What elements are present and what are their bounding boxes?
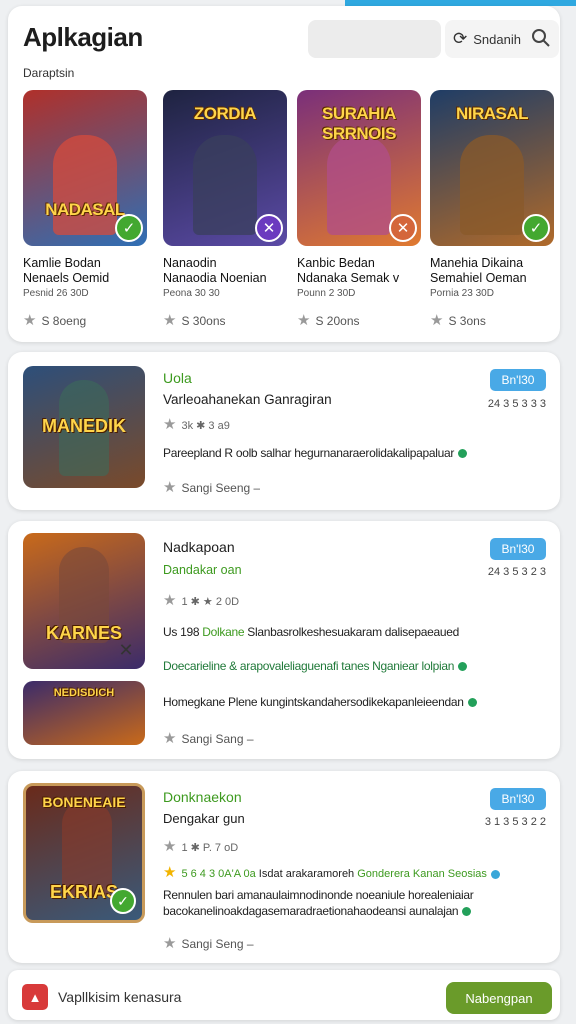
- game-rating: ★ S 3ons: [430, 312, 486, 329]
- sort-label: Sndanih: [473, 31, 521, 47]
- item-rating: ★ 1 ✱ ★ 2 0D: [163, 592, 240, 609]
- game-rating: ★ S 8oeng: [23, 312, 87, 329]
- game-meta: Pornia 23 30D: [430, 288, 494, 299]
- game-thumbnail[interactable]: BONENEAIE EKRIAS ✓: [23, 783, 145, 923]
- verified-icon: [458, 662, 468, 672]
- item-footer[interactable]: ★ Sangi Sang –: [163, 729, 254, 747]
- game-thumbnail[interactable]: ZORDIA ✕: [163, 90, 287, 246]
- item-rating: ★ 3k ✱ 3 a9: [163, 416, 230, 433]
- list-item[interactable]: MANEDIK Uola Varleoahanekan Ganragiran ★…: [8, 352, 560, 510]
- item-description: Pareepland R oolb salhar hegurnanaraerol…: [163, 446, 543, 460]
- star-icon: ★: [430, 312, 444, 329]
- item-version: 3 1 3 5 3 2 2: [484, 816, 546, 828]
- item-detail-line: ★ 5 6 4 3 0A'A 0a Isdat arakaramoreh Gond…: [163, 863, 548, 881]
- status-badge: Bn'l30: [490, 538, 546, 560]
- item-highlight: Doecarieline & arapovaleliaguenafi tanes…: [163, 659, 548, 673]
- star-icon: ★: [23, 312, 37, 329]
- game-thumbnail[interactable]: KARNES ✕: [23, 533, 145, 669]
- star-icon: ★: [163, 592, 177, 609]
- page-title: Aplkagian: [23, 22, 143, 52]
- item-version: 24 3 5 3 3 3: [487, 398, 546, 410]
- game-thumbnail[interactable]: NIRASAL ✓: [430, 90, 554, 246]
- star-icon: ★: [163, 838, 177, 855]
- item-description: Homegkane Plene kungintskandahersodikeka…: [163, 695, 548, 709]
- game-logo: NEDISDICH: [53, 687, 115, 699]
- item-title: Dengakar gun: [163, 811, 245, 826]
- check-icon: ✓: [115, 214, 143, 242]
- search-icon[interactable]: [531, 28, 551, 48]
- game-logo: NIRASAL: [455, 104, 529, 123]
- game-rating: ★ S 30ons: [163, 312, 226, 329]
- sort-button[interactable]: ⟳ Sndanih: [445, 20, 559, 58]
- star-icon: ★: [163, 864, 177, 881]
- swords-icon: ✕: [255, 214, 283, 242]
- search-input[interactable]: [308, 20, 441, 58]
- item-category: Uola: [163, 370, 192, 386]
- status-badge: Bn'l30: [490, 369, 546, 391]
- list-item[interactable]: BONENEAIE EKRIAS ✓ Donknaekon Dengakar g…: [8, 771, 560, 963]
- game-logo: ZORDIA: [193, 104, 257, 123]
- item-title: Varleoahanekan Ganragiran: [163, 392, 332, 407]
- game-meta: Peona 30 30: [163, 288, 220, 299]
- item-footer[interactable]: ★ Sangi Seng –: [163, 934, 254, 952]
- item-detail-line: Us 198 Dolkane Slanbasrolkeshesuakaram d…: [163, 625, 459, 639]
- game-meta: Pesnid 26 30D: [23, 288, 89, 299]
- game-meta: Pounn 2 30D: [297, 288, 356, 299]
- verified-icon: [458, 449, 468, 459]
- game-logo-top: BONENEAIE: [42, 794, 126, 810]
- install-button[interactable]: Nabengpan: [446, 982, 552, 1014]
- verified-icon: [467, 698, 477, 708]
- game-thumbnail-secondary[interactable]: NEDISDICH: [23, 681, 145, 745]
- star-icon: ★: [163, 730, 177, 747]
- item-footer[interactable]: ★ Sangi Seeng –: [163, 478, 260, 496]
- item-rating: ★ 1 ✱ P. 7 oD: [163, 838, 239, 855]
- featured-section: Aplkagian ⟳ Sndanih Daraptsin NADASAL ✓ …: [8, 6, 560, 342]
- list-item[interactable]: KARNES ✕ NEDISDICH Nadkapoan Dandakar oa…: [8, 521, 560, 759]
- featured-tile[interactable]: SURAHIA SRRNOIS ✕ Kanbic Bedan Ndanaka Se…: [297, 90, 421, 329]
- item-title: Nadkapoan: [163, 539, 235, 555]
- refresh-icon: ⟳: [453, 29, 468, 48]
- star-icon: ★: [297, 312, 311, 329]
- item-version: 24 3 5 3 2 3: [487, 566, 546, 578]
- game-thumbnail[interactable]: SURAHIA SRRNOIS ✕: [297, 90, 421, 246]
- featured-tile[interactable]: NADASAL ✓ Kamlie Bodan Nenaels Oemid Pesn…: [23, 90, 147, 329]
- star-icon: ★: [163, 935, 177, 952]
- verified-icon: [462, 907, 472, 917]
- game-name: Nanaodin Nanaodia Noenian: [163, 256, 267, 285]
- game-logo: SURAHIA SRRNOIS: [322, 104, 396, 143]
- bottom-install-bar: ▲ Vapllkisim kenasura Nabengpan: [8, 970, 560, 1020]
- check-icon: ✓: [110, 888, 136, 914]
- app-icon: ▲: [22, 984, 48, 1010]
- game-name: Kanbic Bedan Ndanaka Semak v: [297, 256, 400, 285]
- status-badge: Bn'l30: [490, 788, 546, 810]
- game-thumbnail[interactable]: NADASAL ✓: [23, 90, 147, 246]
- close-icon[interactable]: ✕: [113, 637, 139, 663]
- game-thumbnail[interactable]: MANEDIK: [23, 366, 145, 488]
- item-category: Donknaekon: [163, 789, 242, 805]
- item-description: Rennulen bari amanaulaimnodinonde noeani…: [163, 888, 474, 902]
- swords-icon: ✕: [389, 214, 417, 242]
- game-logo: MANEDIK: [42, 416, 126, 436]
- bottom-bar-text: Vapllkisim kenasura: [58, 989, 182, 1005]
- check-icon: ✓: [522, 214, 550, 242]
- game-name: Manehia Dikaina Semahiel Oeman: [430, 256, 527, 285]
- featured-tile[interactable]: NIRASAL ✓ Manehia Dikaina Semahiel Oeman …: [430, 90, 554, 329]
- verified-icon: [490, 869, 500, 879]
- section-subtitle: Daraptsin: [23, 66, 75, 80]
- item-category: Dandakar oan: [163, 563, 242, 577]
- item-description-2: bacokanelinoakdagasemaradraetionahaodean…: [163, 904, 548, 918]
- game-name: Kamlie Bodan Nenaels Oemid: [23, 256, 110, 285]
- star-icon: ★: [163, 312, 177, 329]
- featured-tile[interactable]: ZORDIA ✕ Nanaodin Nanaodia Noenian Peona …: [163, 90, 287, 329]
- game-rating: ★ S 20ons: [297, 312, 360, 329]
- star-icon: ★: [163, 479, 177, 496]
- star-icon: ★: [163, 416, 177, 433]
